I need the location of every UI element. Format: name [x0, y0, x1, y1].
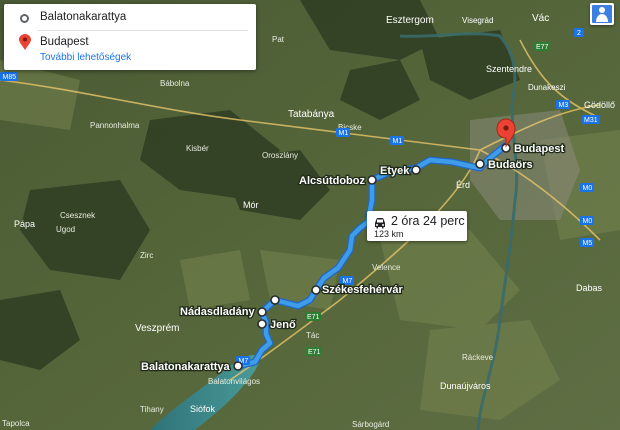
- destination-pin-icon: [19, 34, 31, 56]
- svg-text:M0: M0: [583, 185, 593, 192]
- svg-text:M85: M85: [3, 74, 17, 81]
- waypoint-dot-nadasdladany-east: [270, 295, 280, 305]
- place-velence: Velence: [372, 263, 401, 272]
- origin-row[interactable]: Balatonakarattya: [4, 7, 256, 29]
- origin-text: Balatonakarattya: [40, 11, 127, 23]
- place-csesznek: Csesznek: [60, 211, 96, 220]
- place-oroszlany: Oroszlány: [262, 151, 298, 160]
- shield-e71-a: E71: [305, 312, 321, 321]
- svg-text:M1: M1: [339, 130, 349, 137]
- svg-text:E71: E71: [308, 349, 321, 356]
- place-dunaujvaros: Dunaújváros: [440, 381, 491, 391]
- svg-text:M1: M1: [393, 138, 403, 145]
- street-view-button[interactable]: [590, 3, 614, 25]
- waypoint-label-balatonakarattya: Balatonakarattya: [141, 361, 231, 373]
- place-tatabanya: Tatabánya: [288, 109, 335, 120]
- svg-text:M0: M0: [583, 218, 593, 225]
- shield-e77: E77: [534, 42, 550, 51]
- directions-divider: [38, 30, 248, 31]
- svg-text:E71: E71: [307, 314, 320, 321]
- more-options-link[interactable]: További lehetőségek: [40, 52, 131, 63]
- shield-m0-north: M0: [580, 183, 594, 192]
- directions-panel: Balatonakarattya Budapest További lehető…: [4, 4, 256, 70]
- pegman-icon: [592, 5, 612, 23]
- svg-text:M3: M3: [559, 102, 569, 109]
- waypoint-dot-alcsutdoboz: [367, 175, 377, 185]
- route-duration: 2 óra 24 perc: [391, 214, 465, 228]
- place-rackeve: Ráckeve: [462, 353, 494, 362]
- waypoint-label-budapest: Budapest: [514, 143, 564, 155]
- shield-m5: M5: [580, 238, 594, 247]
- place-balatonvilagos: Balatonvilágos: [208, 377, 260, 386]
- shield-m1-west: M1: [336, 128, 350, 137]
- place-dunakeszi: Dunakeszi: [528, 83, 566, 92]
- place-mor: Mór: [243, 200, 259, 210]
- waypoint-label-jeno: Jenő: [270, 319, 296, 331]
- waypoint-dot-jeno: [257, 319, 267, 329]
- waypoint-label-budaors: Budaörs: [488, 159, 533, 171]
- place-tac: Tác: [306, 331, 319, 340]
- place-babolna: Bábolna: [160, 79, 190, 88]
- waypoint-label-etyek: Etyek: [380, 165, 410, 177]
- place-tihany: Tihany: [140, 405, 164, 414]
- shield-route-2: 2: [574, 28, 584, 37]
- route-distance: 123 km: [374, 229, 404, 239]
- place-kisber: Kisbér: [186, 144, 209, 153]
- shield-m1-east: M1: [390, 136, 404, 145]
- place-siofok: Siófok: [190, 404, 216, 414]
- waypoint-dot-budaors: [475, 159, 485, 169]
- place-esztergom: Esztergom: [386, 15, 434, 26]
- shield-m31: M31: [582, 115, 600, 124]
- place-szentendre: Szentendre: [486, 64, 532, 74]
- waypoint-dot-balatonakarattya: [233, 361, 243, 371]
- shield-m3: M3: [556, 100, 570, 109]
- waypoint-dot-nadasdladany: [257, 307, 267, 317]
- origin-circle-icon: [20, 14, 29, 23]
- svg-text:M31: M31: [584, 117, 598, 124]
- waypoint-label-szekesfehervar: Székesfehérvár: [322, 284, 403, 296]
- svg-text:2: 2: [577, 30, 581, 37]
- place-tapolca: Tapolca: [2, 419, 30, 428]
- destination-text: Budapest: [40, 36, 89, 48]
- place-sarbogard: Sárbogárd: [352, 420, 389, 429]
- place-dabas: Dabas: [576, 283, 603, 293]
- place-godollo: Gödöllő: [584, 100, 615, 110]
- place-pannonhalma: Pannonhalma: [90, 121, 140, 130]
- svg-text:E77: E77: [536, 44, 549, 51]
- place-erd: Érd: [456, 180, 470, 190]
- waypoint-dot-etyek: [411, 165, 421, 175]
- place-veszprem: Veszprém: [135, 323, 179, 334]
- waypoint-dot-szekesfehervar: [311, 285, 321, 295]
- waypoint-label-alcsutdoboz: Alcsútdoboz: [299, 175, 365, 187]
- route-summary-callout[interactable]: 2 óra 24 perc 123 km: [367, 211, 467, 241]
- place-papa: Pápa: [14, 219, 35, 229]
- shield-m0-south: M0: [580, 216, 594, 225]
- place-vac: Vác: [532, 13, 549, 24]
- svg-text:M5: M5: [583, 240, 593, 247]
- destination-row[interactable]: Budapest: [4, 32, 256, 54]
- place-zirc: Zirc: [140, 251, 153, 260]
- place-ugod: Ugod: [56, 225, 75, 234]
- shield-m85: M85: [0, 72, 18, 81]
- place-pat: Pat: [272, 35, 285, 44]
- place-visegrad: Visegrád: [462, 16, 493, 25]
- shield-e71-b: E71: [306, 347, 322, 356]
- waypoint-label-nadasdladany: Nádasdladány: [180, 306, 255, 318]
